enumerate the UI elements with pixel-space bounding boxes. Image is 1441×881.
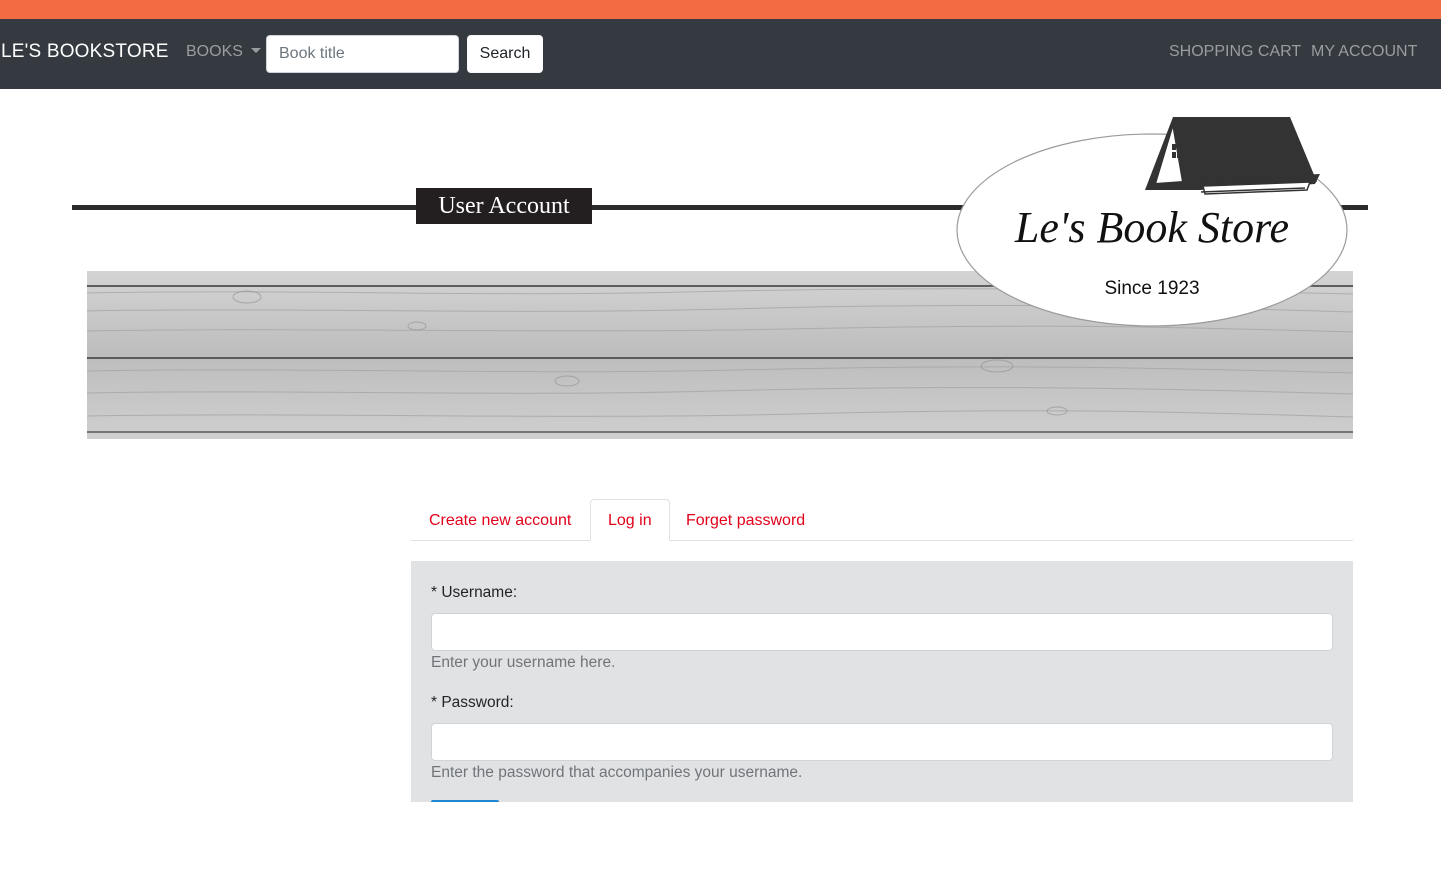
tab-log-in[interactable]: Log in bbox=[590, 499, 670, 541]
my-account-link[interactable]: MY ACCOUNT bbox=[1311, 43, 1417, 61]
login-submit-button[interactable] bbox=[431, 800, 499, 802]
house-book-icon bbox=[1145, 117, 1320, 195]
password-field[interactable] bbox=[431, 723, 1333, 761]
logo-tagline: Since 1923 bbox=[1104, 278, 1199, 299]
password-label: * Password: bbox=[431, 694, 514, 711]
books-dropdown[interactable]: BOOKS bbox=[186, 43, 261, 61]
username-field[interactable] bbox=[431, 613, 1333, 651]
caret-down-icon bbox=[250, 48, 261, 53]
search-input[interactable] bbox=[266, 35, 459, 73]
username-label: * Username: bbox=[431, 584, 518, 601]
shopping-cart-link[interactable]: SHOPPING CART bbox=[1169, 43, 1301, 61]
password-help: Enter the password that accompanies your… bbox=[431, 764, 803, 781]
logo-graphic: Le's Book Store Since 1923 bbox=[956, 117, 1348, 327]
account-tabs: Create new account Log in Forget passwor… bbox=[411, 499, 1353, 541]
accent-strip bbox=[0, 0, 1441, 19]
brand-link[interactable]: LE'S BOOKSTORE bbox=[1, 41, 169, 63]
books-dropdown-label: BOOKS bbox=[186, 43, 243, 60]
tab-create-account[interactable]: Create new account bbox=[411, 499, 589, 541]
tab-forget-password[interactable]: Forget password bbox=[668, 499, 823, 541]
login-form: * Username: Enter your username here. * … bbox=[411, 561, 1353, 802]
username-help: Enter your username here. bbox=[431, 654, 616, 671]
page-title: User Account bbox=[416, 188, 592, 224]
search-button[interactable]: Search bbox=[467, 35, 543, 73]
logo-name: Le's Book Store bbox=[1014, 203, 1289, 252]
store-logo: Le's Book Store Since 1923 bbox=[955, 112, 1355, 330]
navbar: LE'S BOOKSTORE BOOKS Search SHOPPING CAR… bbox=[0, 19, 1441, 89]
